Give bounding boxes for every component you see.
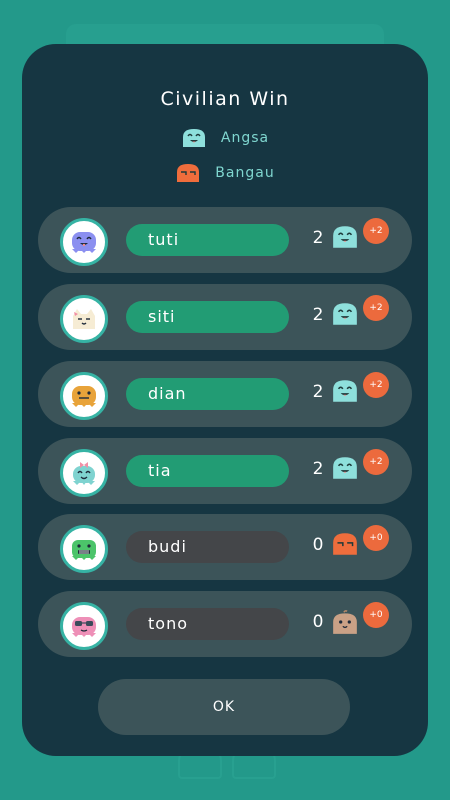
player-row-siti: siti 2 +2 (38, 284, 412, 350)
teal-ghost-icon (331, 225, 359, 253)
player-score: 2 (312, 228, 324, 248)
score-delta-badge: +0 (363, 525, 389, 551)
teal-ghost-icon (331, 302, 359, 330)
result-title: Civilian Win (160, 88, 290, 110)
player-row-dian: dian 2 +2 (38, 361, 412, 427)
score-delta-badge: +2 (363, 372, 389, 398)
ok-button[interactable]: OK (98, 679, 350, 735)
teal-ghost-icon (331, 456, 359, 484)
player-row-tuti: tuti 2 +2 (38, 207, 412, 273)
player-name-pill: tia (126, 455, 289, 487)
player-score: 0 (312, 535, 324, 555)
score-delta-badge: +0 (363, 602, 389, 628)
role-label: Bangau (215, 165, 275, 181)
pink-glasses-avatar-icon (60, 602, 108, 650)
score-delta-badge: +2 (363, 218, 389, 244)
player-score: 2 (312, 459, 324, 479)
teal-ghost-icon (331, 379, 359, 407)
score-delta-badge: +2 (363, 449, 389, 475)
player-row-tia: tia 2 +2 (38, 438, 412, 504)
player-row-budi: budi 0 +0 (38, 514, 412, 580)
orange-ghost-icon (331, 532, 359, 560)
orange-ghost-icon (175, 163, 201, 183)
player-score: 0 (312, 612, 324, 632)
role-legend-angsa: Angsa (0, 128, 450, 148)
player-row-tono: tono 0 +0 (38, 591, 412, 657)
player-score: 2 (312, 305, 324, 325)
teal-ghost-icon (181, 128, 207, 148)
player-name-pill: tono (126, 608, 289, 640)
yellow-monster-avatar-icon (60, 372, 108, 420)
teal-bow-avatar-icon (60, 449, 108, 497)
green-monster-avatar-icon (60, 525, 108, 573)
player-name-pill: dian (126, 378, 289, 410)
player-name-pill: tuti (126, 224, 289, 256)
score-delta-badge: +2 (363, 295, 389, 321)
player-name-pill: budi (126, 531, 289, 563)
cream-cat-avatar-icon (60, 295, 108, 343)
player-name-pill: siti (126, 301, 289, 333)
role-legend-bangau: Bangau (0, 163, 450, 183)
player-score: 2 (312, 382, 324, 402)
role-label: Angsa (220, 130, 270, 146)
brown-blob-icon (331, 609, 359, 639)
purple-monster-avatar-icon (60, 218, 108, 266)
